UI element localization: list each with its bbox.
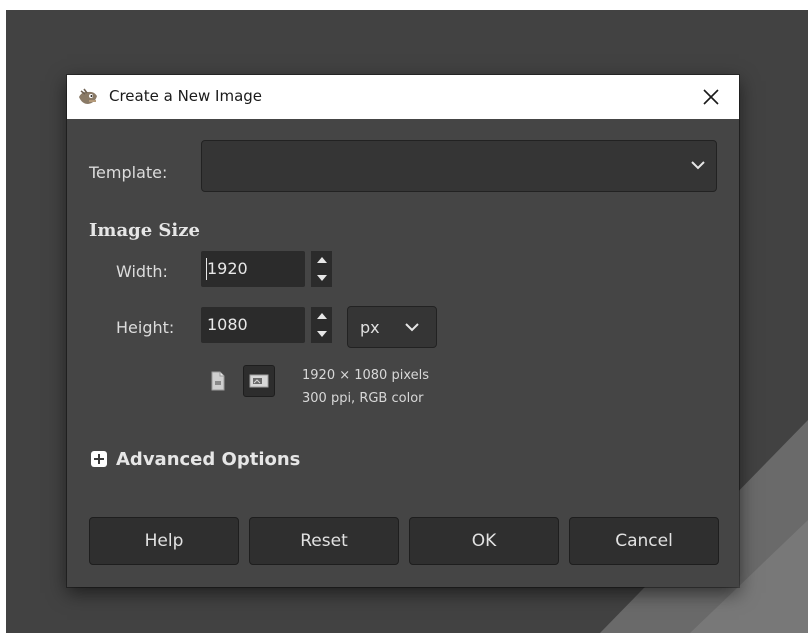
close-icon: [703, 89, 719, 105]
width-input[interactable]: 1920: [201, 251, 305, 287]
width-decrement[interactable]: [311, 269, 332, 287]
unit-value: px: [360, 318, 380, 337]
width-stepper[interactable]: [310, 251, 332, 287]
landscape-orientation-button[interactable]: [243, 365, 275, 397]
template-dropdown[interactable]: [201, 140, 717, 192]
ok-button[interactable]: OK: [409, 517, 559, 565]
create-new-image-dialog: Create a New Image Template: Image Size …: [67, 75, 739, 587]
image-size-heading: Image Size: [89, 220, 200, 241]
reset-button[interactable]: Reset: [249, 517, 399, 565]
arrow-up-icon: [316, 257, 327, 263]
image-resolution-info: 300 ppi, RGB color: [302, 391, 424, 406]
dialog-title: Create a New Image: [109, 87, 263, 105]
height-input[interactable]: 1080: [201, 307, 305, 343]
plus-icon: [91, 451, 107, 467]
cancel-button[interactable]: Cancel: [569, 517, 719, 565]
chevron-down-icon: [405, 323, 419, 332]
image-dimensions-info: 1920 × 1080 pixels: [302, 368, 429, 383]
desktop-left-edge: [0, 0, 6, 633]
arrow-down-icon: [316, 331, 327, 337]
width-increment[interactable]: [311, 251, 332, 269]
landscape-orientation-icon: [249, 374, 269, 388]
close-button[interactable]: [695, 83, 727, 111]
height-stepper[interactable]: [310, 307, 332, 343]
height-decrement[interactable]: [311, 325, 332, 343]
arrow-down-icon: [316, 275, 327, 281]
gimp-wilber-icon: [79, 88, 97, 104]
width-label: Width:: [116, 262, 168, 281]
height-value: 1080: [207, 315, 248, 334]
template-label: Template:: [89, 163, 168, 182]
chevron-down-icon: [691, 161, 705, 170]
height-label: Height:: [116, 318, 175, 337]
advanced-options-label: Advanced Options: [116, 448, 301, 470]
title-bar[interactable]: Create a New Image: [67, 75, 739, 119]
height-increment[interactable]: [311, 307, 332, 325]
advanced-options-expander[interactable]: Advanced Options: [91, 447, 300, 471]
unit-dropdown[interactable]: px: [347, 306, 437, 348]
portrait-orientation-icon[interactable]: [209, 371, 227, 391]
width-value: 1920: [207, 259, 248, 278]
desktop-top-edge: [0, 0, 808, 10]
help-button[interactable]: Help: [89, 517, 239, 565]
arrow-up-icon: [316, 313, 327, 319]
